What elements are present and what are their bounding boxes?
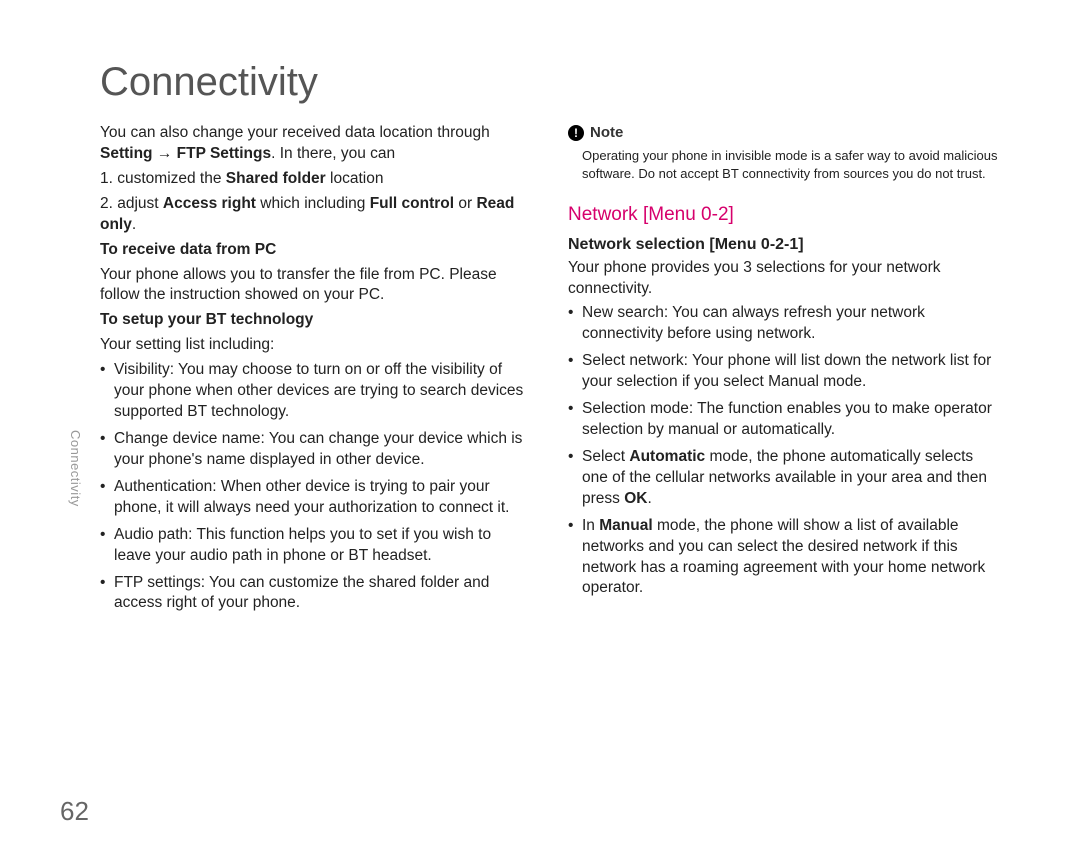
list-item: Visibility: You may choose to turn on or…	[100, 360, 530, 423]
right-column: ! Note Operating your phone in invisible…	[568, 123, 998, 620]
content-columns: You can also change your received data l…	[100, 123, 1020, 620]
text: .	[647, 490, 651, 507]
receive-body: Your phone allows you to transfer the fi…	[100, 265, 530, 307]
note-label: Note	[590, 123, 623, 143]
list-item: Select Automatic mode, the phone automat…	[568, 447, 998, 510]
bold-text: Automatic	[629, 448, 705, 465]
bt-settings-list: Visibility: You may choose to turn on or…	[100, 360, 530, 614]
side-label: Connectivity	[68, 430, 83, 507]
exclamation-icon: !	[568, 125, 584, 141]
numbered-item-2: 2. adjust Access right which including F…	[100, 194, 530, 236]
text: 2. adjust	[100, 195, 163, 212]
bold-text: Manual	[599, 517, 652, 534]
text: You can also change your received data l…	[100, 124, 490, 141]
network-heading: Network [Menu 0-2]	[568, 202, 998, 228]
list-item: Select network: Your phone will list dow…	[568, 351, 998, 393]
setup-heading: To setup your BT technology	[100, 310, 530, 331]
receive-heading: To receive data from PC	[100, 240, 530, 261]
list-item: Change device name: You can change your …	[100, 429, 530, 471]
bold-text: Access right	[163, 195, 256, 212]
note-header: ! Note	[568, 123, 998, 143]
list-item: In Manual mode, the phone will show a li…	[568, 516, 998, 600]
text: which including	[256, 195, 370, 212]
bold-text: Setting → FTP Settings	[100, 145, 271, 162]
text: In	[582, 517, 599, 534]
list-item: Audio path: This function helps you to s…	[100, 525, 530, 567]
setup-line: Your setting list including:	[100, 335, 530, 356]
numbered-item-1: 1. customized the Shared folder location	[100, 169, 530, 190]
page-title: Connectivity	[100, 60, 1020, 105]
text: . In there, you can	[271, 145, 395, 162]
list-item: Selection mode: The function enables you…	[568, 399, 998, 441]
text: 1. customized the	[100, 170, 226, 187]
network-selection-heading: Network selection [Menu 0-2-1]	[568, 234, 998, 256]
text: location	[326, 170, 384, 187]
left-column: You can also change your received data l…	[100, 123, 530, 620]
list-item: Authentication: When other device is try…	[100, 477, 530, 519]
bold-text: Shared folder	[226, 170, 326, 187]
bold-text: OK	[624, 490, 647, 507]
intro-paragraph: You can also change your received data l…	[100, 123, 530, 165]
bold-text: Full control	[370, 195, 454, 212]
manual-page: Connectivity You can also change your re…	[0, 0, 1080, 863]
note-block: ! Note Operating your phone in invisible…	[568, 123, 998, 182]
selection-intro: Your phone provides you 3 selections for…	[568, 258, 998, 300]
network-list: New search: You can always refresh your …	[568, 303, 998, 599]
list-item: New search: You can always refresh your …	[568, 303, 998, 345]
text: .	[132, 216, 136, 233]
list-item: FTP settings: You can customize the shar…	[100, 573, 530, 615]
page-number: 62	[60, 796, 89, 827]
note-body: Operating your phone in invisible mode i…	[568, 147, 998, 182]
text: Select	[582, 448, 629, 465]
text: or	[454, 195, 476, 212]
